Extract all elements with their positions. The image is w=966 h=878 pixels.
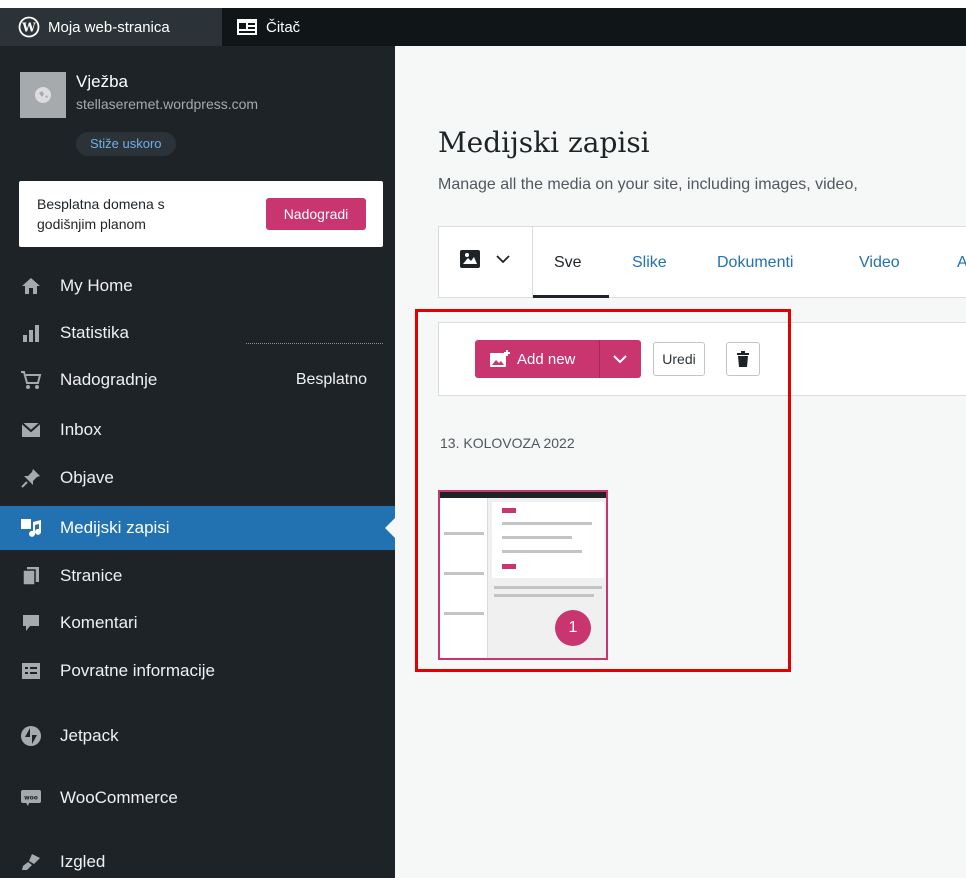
sidebar-item-povratne-informacije[interactable]: Povratne informacije (0, 649, 395, 693)
svg-text:woo: woo (24, 795, 38, 802)
sidebar-item-objave[interactable]: Objave (0, 456, 395, 500)
annotation-highlight-box (415, 309, 791, 672)
site-card[interactable]: Vježba stellaseremet.wordpress.com (20, 72, 380, 182)
site-globe-icon (20, 72, 66, 118)
chevron-down-icon (496, 255, 510, 264)
sidebar-item-label: Stranice (60, 566, 123, 585)
active-tab-underline (533, 295, 609, 298)
feedback-icon (20, 660, 42, 682)
woo-icon: woo (20, 787, 42, 809)
wordpress-logo-icon: W (18, 16, 40, 38)
mail-icon (20, 419, 42, 441)
sidebar-item-statistika[interactable]: Statistika (0, 311, 395, 355)
sidebar: Vježba stellaseremet.wordpress.com Stiže… (0, 46, 396, 878)
sidebar-item-woocommerce[interactable]: woo WooCommerce (0, 776, 395, 820)
sidebar-item-inbox[interactable]: Inbox (0, 408, 395, 452)
image-icon (460, 250, 480, 268)
sidebar-item-label: WooCommerce (60, 788, 178, 807)
page-subtitle: Manage all the media on your site, inclu… (438, 176, 858, 193)
page-icon (20, 565, 42, 587)
domain-promo: Besplatna domena s godišnjim planom Nado… (19, 181, 383, 247)
sidebar-item-jetpack[interactable]: Jetpack (0, 714, 395, 758)
sidebar-item-nadogradnje[interactable]: Nadogradnje Besplatno (0, 358, 395, 402)
promo-text: Besplatna domena s godišnjim planom (37, 196, 165, 232)
sidebar-item-label: Jetpack (60, 726, 119, 745)
sidebar-item-label: My Home (60, 276, 133, 295)
stats-sparkline (246, 343, 383, 344)
sidebar-item-komentari[interactable]: Komentari (0, 601, 395, 645)
media-icon (20, 517, 42, 539)
pin-icon (20, 467, 42, 489)
reader-icon (237, 19, 257, 35)
comment-icon (20, 612, 42, 634)
my-site-label: Moja web-stranica (48, 18, 170, 36)
stats-icon (20, 322, 42, 344)
upgrade-button[interactable]: Nadogradi (266, 198, 366, 230)
reader-label: Čitač (266, 18, 301, 36)
page-title: Medijski zapisi (438, 126, 650, 159)
svg-text:W: W (21, 21, 36, 35)
tab-more[interactable]: A (957, 227, 966, 298)
sidebar-item-izgled[interactable]: Izgled (0, 840, 395, 878)
tab-slike[interactable]: Slike (632, 227, 667, 298)
sidebar-item-label: Objave (60, 468, 114, 487)
my-site-link[interactable]: W Moja web-stranica (0, 8, 222, 46)
site-url: stellaseremet.wordpress.com (76, 96, 259, 112)
admin-bar: W Moja web-stranica Čitač (0, 8, 966, 46)
sidebar-item-stranice[interactable]: Stranice (0, 554, 395, 598)
sidebar-item-label: Komentari (60, 613, 138, 632)
sidebar-item-label: Inbox (60, 420, 102, 439)
plan-label: Besplatno (295, 371, 367, 388)
home-icon (20, 275, 42, 297)
tab-sve[interactable]: Sve (554, 227, 582, 298)
media-type-select[interactable] (459, 249, 511, 269)
sidebar-item-label: Nadogradnje (60, 370, 158, 389)
sidebar-item-label: Statistika (60, 323, 129, 342)
cart-icon (20, 369, 42, 391)
tab-dokumenti[interactable]: Dokumenti (717, 227, 793, 298)
site-status-badge: Stiže uskoro (76, 132, 176, 156)
sidebar-item-label: Povratne informacije (60, 661, 215, 680)
sidebar-item-my-home[interactable]: My Home (0, 264, 395, 308)
jetpack-icon (20, 725, 42, 747)
brush-icon (20, 851, 42, 873)
tab-video[interactable]: Video (859, 227, 900, 298)
sidebar-item-medijski-zapisi[interactable]: Medijski zapisi (0, 506, 396, 550)
sidebar-item-label: Medijski zapisi (60, 518, 170, 537)
sidebar-item-label: Izgled (60, 852, 106, 871)
site-name: Vježba (76, 72, 128, 91)
media-filter-bar: Sve Slike Dokumenti Video A (438, 226, 966, 298)
filter-divider (532, 227, 533, 298)
reader-link[interactable]: Čitač (222, 8, 314, 46)
